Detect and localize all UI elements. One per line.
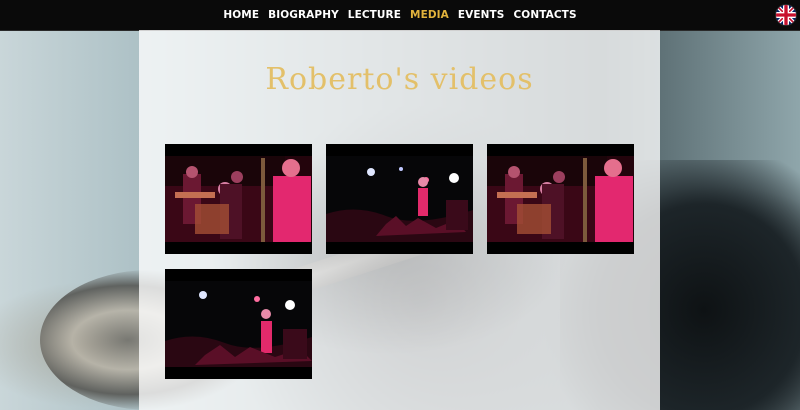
page: HOME BIOGRAPHY LECTURE MEDIA EVENTS CONT… — [0, 0, 800, 410]
nav-item-events[interactable]: EVENTS — [458, 9, 505, 21]
top-navigation-bar: HOME BIOGRAPHY LECTURE MEDIA EVENTS CONT… — [0, 0, 800, 31]
nav-item-lecture[interactable]: LECTURE — [348, 9, 401, 21]
content-panel: Roberto's videos — [139, 30, 660, 410]
video-thumbnail-2[interactable] — [326, 144, 473, 254]
uk-flag-icon[interactable] — [776, 5, 796, 25]
video-thumbnail-3[interactable] — [487, 144, 634, 254]
nav-item-biography[interactable]: BIOGRAPHY — [268, 9, 339, 21]
main-nav: HOME BIOGRAPHY LECTURE MEDIA EVENTS CONT… — [0, 0, 800, 30]
nav-item-home[interactable]: HOME — [223, 9, 259, 21]
nav-item-media[interactable]: MEDIA — [410, 9, 449, 21]
page-title: Roberto's videos — [265, 62, 534, 97]
video-thumbnail-1[interactable] — [165, 144, 312, 254]
nav-item-contacts[interactable]: CONTACTS — [513, 9, 576, 21]
video-thumbnail-4[interactable] — [165, 269, 312, 379]
